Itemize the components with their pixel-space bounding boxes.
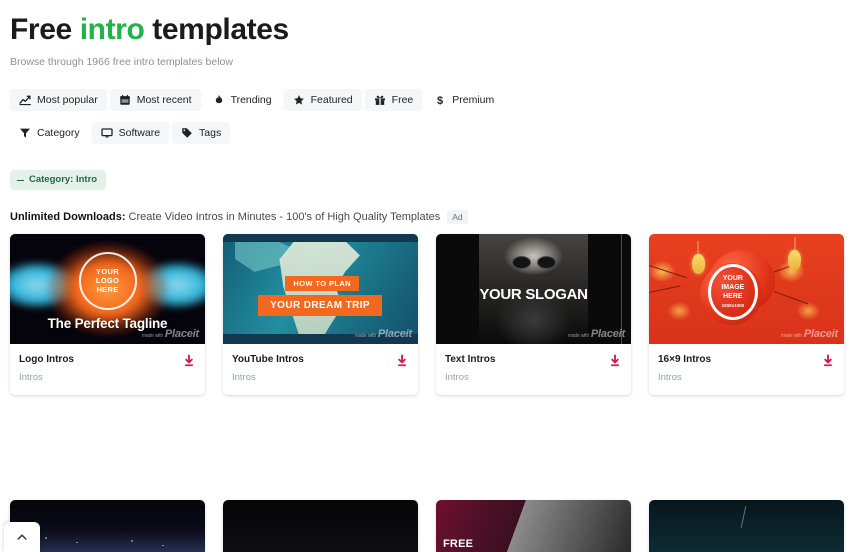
template-card-partial-4[interactable] xyxy=(649,500,844,552)
filter-label: Trending xyxy=(230,94,272,106)
blossom-branch-right xyxy=(777,234,844,345)
tag-icon xyxy=(181,127,193,139)
thumbnail-logo-smoke-reveal: YOUR LOGO HERE The Perfect Tagline made wi… xyxy=(10,234,205,345)
chevron-up-icon xyxy=(17,534,27,540)
filter-most-recent[interactable]: Most recent xyxy=(109,89,201,111)
template-card-partial-3[interactable]: FREE xyxy=(436,500,631,552)
filter-premium[interactable]: $ Premium xyxy=(425,89,503,111)
card-title: Text Intros xyxy=(445,354,496,366)
filter-label: Featured xyxy=(310,94,353,106)
sparkle xyxy=(130,539,133,542)
template-card-text-intros[interactable]: YOUR SLOGAN made with Placeit Text Intros… xyxy=(436,234,631,396)
card-body: 16×9 Intros Intros xyxy=(649,344,844,395)
thumb-tagline: The Perfect Tagline xyxy=(47,316,168,332)
download-icon[interactable] xyxy=(820,353,836,369)
funnel-icon xyxy=(19,127,31,139)
page-title-accent: intro xyxy=(79,13,145,46)
sparkle xyxy=(45,537,48,540)
star-icon xyxy=(293,94,305,106)
flame-icon xyxy=(213,94,225,106)
template-card-16x9-intros[interactable]: YOUR IMAGE HERE 1000x1000 made with Placeit … xyxy=(649,234,844,396)
logo-placeholder-ring: YOUR LOGO HERE xyxy=(78,251,137,310)
filter-trending[interactable]: Trending xyxy=(204,89,281,111)
card-title: YouTube Intros xyxy=(232,354,304,366)
map-bottom-bar xyxy=(223,334,418,345)
thumbnail-bw-portrait: YOUR SLOGAN made with Placeit xyxy=(436,234,631,345)
light-streak xyxy=(740,506,747,529)
download-icon[interactable] xyxy=(181,353,197,369)
ad-badge[interactable]: Ad xyxy=(447,210,468,225)
card-title: Logo Intros xyxy=(19,354,74,366)
card-body: Logo Intros Intros xyxy=(10,344,205,395)
image-placeholder-text: YOUR IMAGE HERE 1000x1000 xyxy=(721,274,745,308)
page-title-part1: Free xyxy=(10,13,80,46)
filter-label: Most popular xyxy=(37,94,98,106)
active-tag-category-intro[interactable]: Category: Intro xyxy=(10,170,107,191)
filter-featured[interactable]: Featured xyxy=(283,89,362,111)
template-card-logo-intros[interactable]: YOUR LOGO HERE The Perfect Tagline made wi… xyxy=(10,234,205,396)
calendar-icon xyxy=(119,94,131,106)
thumbnail-chinese-new-year: YOUR IMAGE HERE 1000x1000 made with Placeit xyxy=(649,234,844,345)
thumb-banner-2: YOUR DREAM TRIP xyxy=(258,294,382,316)
filter-label: Most recent xyxy=(136,94,192,106)
thumbnail-travel-map: HOW TO PLAN YOUR DREAM TRIP made with Pla… xyxy=(223,234,418,345)
active-filters: Category: Intro xyxy=(0,168,852,191)
dollar-icon: $ xyxy=(434,94,446,106)
ad-banner[interactable]: Unlimited Downloads: Create Video Intros… xyxy=(0,210,852,225)
image-placeholder-ring: YOUR IMAGE HERE 1000x1000 xyxy=(707,263,758,320)
filter-free[interactable]: Free xyxy=(364,89,423,111)
ad-text: Unlimited Downloads: Create Video Intros… xyxy=(10,210,440,224)
ad-body: Create Video Intros in Minutes - 100's o… xyxy=(125,211,441,224)
gift-icon xyxy=(374,94,386,106)
page-title: Free intro templates xyxy=(10,12,852,48)
download-icon[interactable] xyxy=(607,353,623,369)
page-header: Free intro templates Browse through 1966… xyxy=(0,0,852,69)
download-icon[interactable] xyxy=(394,353,410,369)
filter-row-sort: Most popular Most recent Trending Featur… xyxy=(10,89,852,111)
filter-tags[interactable]: Tags xyxy=(172,122,231,144)
card-body: YouTube Intros Intros xyxy=(223,344,418,395)
template-card-youtube-intros[interactable]: HOW TO PLAN YOUR DREAM TRIP made with Pla… xyxy=(223,234,418,396)
filter-row-refine: Category Software Tags xyxy=(10,122,852,144)
scroll-to-top-button[interactable] xyxy=(4,522,40,552)
filter-label: Category xyxy=(37,127,80,139)
monitor-icon xyxy=(100,127,113,139)
page-title-part2: templates xyxy=(144,13,289,46)
template-grid-row2-partial: FREE xyxy=(10,500,844,552)
card-subtitle: Intros xyxy=(445,372,469,384)
svg-text:$: $ xyxy=(437,95,443,106)
sunglasses-icon xyxy=(511,256,556,270)
map-top-bar xyxy=(223,234,418,243)
filter-most-popular[interactable]: Most popular xyxy=(10,89,107,111)
card-subtitle: Intros xyxy=(19,372,43,384)
filter-bar: Most popular Most recent Trending Featur… xyxy=(0,89,852,144)
thumb-slogan: YOUR SLOGAN xyxy=(479,286,588,303)
free-badge: FREE xyxy=(443,538,474,550)
page-subtitle: Browse through 1966 free intro templates… xyxy=(10,56,233,68)
card-title: 16×9 Intros xyxy=(658,354,712,366)
filter-label: Tags xyxy=(199,127,222,139)
filter-label: Premium xyxy=(452,94,495,106)
sparkle xyxy=(76,541,78,544)
active-tag-label: Category: Intro xyxy=(29,174,98,186)
filter-category[interactable]: Category xyxy=(10,122,89,144)
filter-label: Free xyxy=(391,94,414,106)
logo-placeholder-text: YOUR LOGO HERE xyxy=(95,267,120,294)
card-body: Text Intros Intros xyxy=(436,344,631,395)
filter-software[interactable]: Software xyxy=(91,122,170,144)
template-grid: YOUR LOGO HERE The Perfect Tagline made wi… xyxy=(0,234,852,396)
lantern-icon xyxy=(691,254,705,275)
ad-headline: Unlimited Downloads: xyxy=(10,211,126,224)
template-card-partial-2[interactable] xyxy=(223,500,418,552)
card-subtitle: Intros xyxy=(658,372,682,384)
card-subtitle: Intros xyxy=(232,372,256,384)
sparkle xyxy=(162,544,164,547)
page-root: Free intro templates Browse through 1966… xyxy=(0,0,852,552)
filter-label: Software xyxy=(118,127,161,139)
lantern-icon xyxy=(788,249,802,270)
remove-tag-icon[interactable] xyxy=(17,179,24,181)
thumb-banner-1: HOW TO PLAN xyxy=(285,276,359,292)
chart-line-icon xyxy=(19,94,31,106)
